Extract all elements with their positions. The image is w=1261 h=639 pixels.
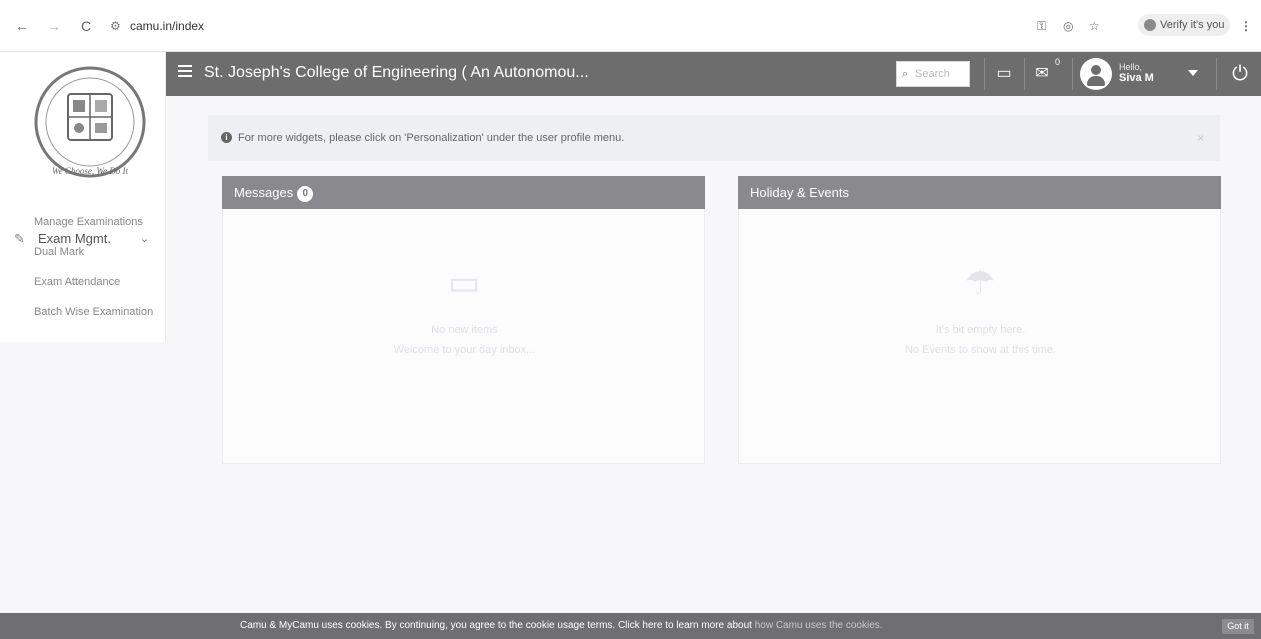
messages-empty-subtitle: Welcome to your day inbox... bbox=[393, 344, 536, 356]
cookie-policy-link[interactable]: how Camu uses the cookies. bbox=[755, 620, 883, 631]
app-header: St. Joseph's College of Engineering ( An… bbox=[166, 52, 1261, 96]
chevron-down-icon: ⌄ bbox=[139, 233, 149, 245]
college-logo: We Choose, We Do It bbox=[34, 66, 146, 178]
browser-toolbar: ← → C ⚙ camu.in/index ⚿ ◎ ☆ Verify it's y… bbox=[0, 0, 1261, 52]
power-icon[interactable]: ⏻ bbox=[1226, 60, 1254, 88]
events-empty-subtitle: No Events to show at this time. bbox=[904, 344, 1056, 356]
address-bar[interactable]: ⚙ camu.in/index bbox=[110, 16, 1110, 36]
cookie-consent-bar: Camu & MyCamu uses cookies. By continuin… bbox=[0, 613, 1261, 639]
cookie-text-wrapper: Camu & MyCamu uses cookies. By continuin… bbox=[240, 613, 883, 639]
browser-menu-icon[interactable]: ⋮ bbox=[1240, 16, 1252, 36]
messages-panel: Messages 0 ▭ No new items Welcome to your… bbox=[222, 176, 705, 464]
url-text: camu.in/index bbox=[130, 19, 205, 33]
verify-label: Verify it's you bbox=[1160, 19, 1225, 31]
card-icon[interactable]: ▭ bbox=[992, 62, 1016, 86]
close-icon[interactable]: × bbox=[1197, 115, 1204, 161]
info-banner-text: For more widgets, please click on 'Perso… bbox=[238, 132, 625, 144]
inbox-icon: ▭ bbox=[447, 264, 481, 302]
hamburger-menu-icon[interactable] bbox=[178, 65, 192, 77]
header-divider bbox=[1072, 58, 1073, 90]
messages-count-badge: 0 bbox=[297, 185, 314, 202]
info-icon: i bbox=[221, 132, 232, 143]
sidebar-item-dual-mark[interactable]: Dual Mark bbox=[34, 244, 84, 260]
events-empty-title: It's bit empty here. bbox=[935, 324, 1026, 336]
forward-arrow-icon[interactable]: → bbox=[46, 18, 62, 34]
logo-motto: We Choose, We Do It bbox=[52, 166, 129, 176]
mail-count-badge: 0 bbox=[1055, 57, 1061, 67]
search-icon: ⌕ bbox=[902, 68, 909, 80]
reload-icon[interactable]: C bbox=[78, 18, 94, 34]
search-placeholder: Search bbox=[915, 68, 950, 80]
user-name[interactable]: Siva M bbox=[1119, 72, 1154, 84]
sidebar-item-exam-attendance[interactable]: Exam Attendance bbox=[34, 274, 120, 290]
back-arrow-icon[interactable]: ← bbox=[14, 18, 30, 34]
info-banner: i For more widgets, please click on 'Per… bbox=[208, 115, 1220, 161]
messages-empty-title: No new items bbox=[431, 324, 498, 336]
sidebar-item-manage-examinations[interactable]: Manage Examinations bbox=[34, 214, 143, 230]
sidebar-item-batch-wise-examination[interactable]: Batch Wise Examination bbox=[34, 304, 153, 320]
header-divider bbox=[1024, 58, 1025, 90]
header-divider bbox=[984, 58, 985, 90]
events-panel-header: Holiday & Events bbox=[738, 176, 1221, 209]
cookie-text: Camu & MyCamu uses cookies. By continuin… bbox=[240, 620, 752, 631]
messages-panel-header: Messages 0 bbox=[222, 176, 705, 209]
header-divider bbox=[1216, 58, 1217, 90]
events-panel: Holiday & Events ☂ It's bit empty here. … bbox=[738, 176, 1221, 464]
user-avatar[interactable] bbox=[1080, 58, 1112, 90]
app-title: St. Joseph's College of Engineering ( An… bbox=[204, 64, 589, 81]
site-settings-icon[interactable]: ⚙ bbox=[110, 16, 124, 36]
eye-off-icon[interactable]: ◎ bbox=[1063, 16, 1073, 36]
search-input[interactable]: ⌕ Search bbox=[896, 61, 970, 87]
beach-umbrella-icon: ☂ bbox=[964, 264, 996, 302]
mail-icon[interactable]: ✉ bbox=[1030, 62, 1054, 86]
sidebar: We Choose, We Do It ✎ Exam Mgmt. ⌄ Manage… bbox=[0, 52, 166, 342]
got-it-button[interactable]: Got it bbox=[1222, 619, 1254, 634]
verify-profile-button[interactable]: Verify it's you bbox=[1138, 14, 1230, 36]
messages-title: Messages bbox=[234, 185, 294, 200]
profile-avatar-icon bbox=[1144, 19, 1156, 31]
events-title: Holiday & Events bbox=[750, 185, 849, 200]
bookmark-star-icon[interactable]: ☆ bbox=[1089, 16, 1100, 36]
profile-dropdown-caret-icon[interactable] bbox=[1188, 70, 1198, 76]
password-key-icon[interactable]: ⚿ bbox=[1037, 16, 1046, 36]
greeting-label: Hello, bbox=[1119, 62, 1143, 72]
